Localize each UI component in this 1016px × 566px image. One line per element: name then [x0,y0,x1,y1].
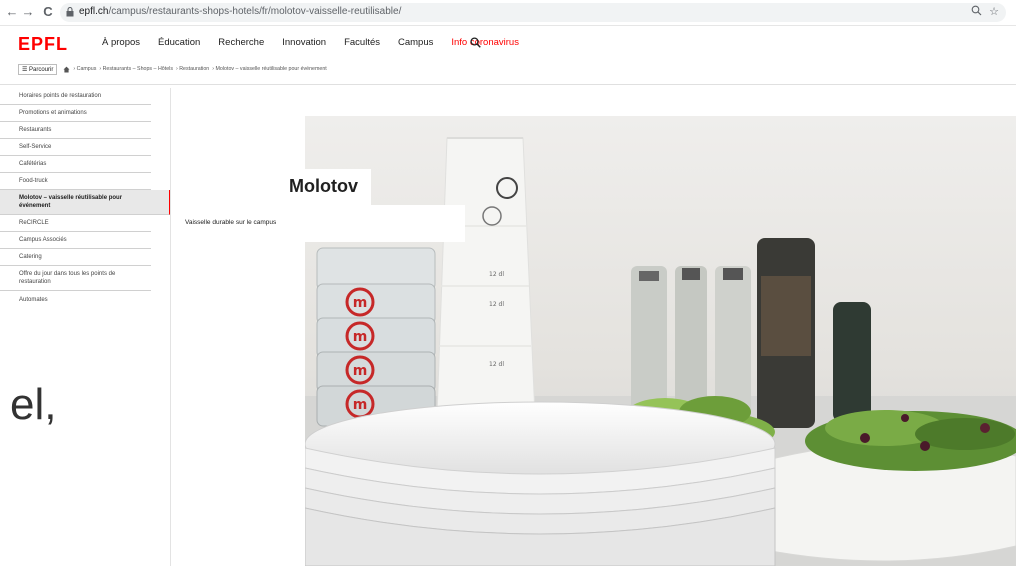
glass-cup-stack: m m m m [316,247,436,427]
lock-icon [66,7,74,17]
nav-campus[interactable]: Campus [398,37,433,48]
parcourir-button[interactable]: ☰ Parcourir [18,63,58,75]
page-subtitle: Vaisselle durable sur le campus [185,219,277,226]
partial-overlay-text: el, [10,380,57,429]
cup-mark-text: m [353,397,368,413]
star-icon[interactable]: ☆ [989,5,999,18]
sidebar-item-promotions[interactable]: Promotions et animations [0,105,151,122]
sidebar-item-horaires[interactable]: Horaires points de restauration [0,88,151,105]
breadcrumb-current: › Molotov – vaisselle réutilisable pour … [212,66,327,72]
sidebar-item-recircle[interactable]: ReCIRCLE [0,215,151,232]
zoom-icon[interactable] [971,5,982,19]
page-title: Molotov [289,176,358,196]
breadcrumb: ☰ Parcourir › Campus › Restaurants – Sho… [18,63,327,75]
header-divider [0,84,1016,85]
cup-scale-label: 12 dl [489,301,504,308]
sidebar: Horaires points de restauration Promotio… [0,88,170,308]
breadcrumb-campus[interactable]: › Campus [73,66,96,72]
cup-scale-label: 12 dl [489,271,504,278]
browser-toolbar: ← → C epfl.ch/campus/restaurants-shops-h… [0,0,1016,26]
sidebar-item-automates[interactable]: Automates [0,291,151,308]
sidebar-item-offre-du-jour[interactable]: Offre du jour dans tous les points de re… [0,266,151,291]
search-icon[interactable] [470,37,481,48]
sidebar-item-catering[interactable]: Catering [0,249,151,266]
sidebar-divider [170,88,171,566]
url-text: epfl.ch/campus/restaurants-shops-hotels/… [79,6,402,17]
hero-illustration: 12 dl 12 dl 12 dl m m m m [305,116,1016,566]
arrow-right-icon[interactable]: → [19,3,37,21]
epfl-logo[interactable]: EPFL [18,34,68,55]
breadcrumb-restaurants[interactable]: › Restaurants – Shops – Hôtels [99,66,173,72]
cup-mark-text: m [353,295,368,311]
cup-mark-text: m [353,363,368,379]
nav-facultes[interactable]: Facultés [344,37,380,48]
cup-scale-label: 12 dl [489,361,504,368]
address-bar[interactable]: epfl.ch/campus/restaurants-shops-hotels/… [60,3,1006,22]
sidebar-item-molotov[interactable]: Molotov – vaisselle réutilisable pour év… [0,190,170,215]
breadcrumb-restauration[interactable]: › Restauration [176,66,209,72]
nav-recherche[interactable]: Recherche [218,37,264,48]
sidebar-item-self-service[interactable]: Self-Service [0,139,151,156]
nav-innovation[interactable]: Innovation [282,37,326,48]
home-icon[interactable] [63,66,70,73]
reload-icon[interactable]: C [39,3,57,21]
sidebar-item-cafeterias[interactable]: Cafétérias [0,156,151,173]
subtitle-card: Vaisselle durable sur le campus [171,205,465,242]
sidebar-item-restaurants[interactable]: Restaurants [0,122,151,139]
title-card: Molotov [171,169,371,205]
nav-education[interactable]: Éducation [158,37,200,48]
sidebar-item-food-truck[interactable]: Food-truck [0,173,151,190]
hero-image: 12 dl 12 dl 12 dl m m m m [305,116,1016,566]
nav-info-coronavirus[interactable]: Info coronavirus [451,37,519,48]
sidebar-item-campus-associes[interactable]: Campus Associés [0,232,151,249]
plate-stack [305,401,776,566]
nav-apropos[interactable]: À propos [102,37,140,48]
cup-mark-text: m [353,329,368,345]
